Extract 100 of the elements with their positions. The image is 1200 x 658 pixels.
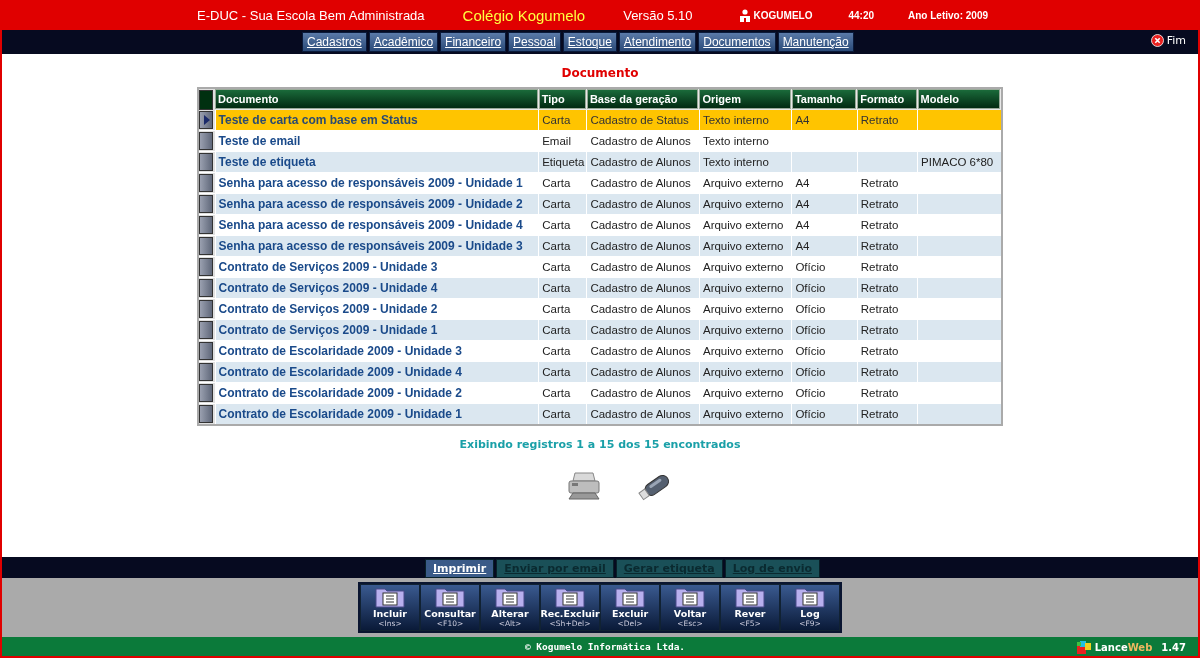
table-cell: Retrato [860, 219, 899, 231]
table-cell: Carta [542, 177, 571, 189]
table-cell: Ofício [795, 387, 826, 399]
table-row[interactable]: Contrato de Escolaridade 2009 - Unidade 1 Carta Cadastro de Alunos Arquivo externo Ofício Retrato [198, 403, 1002, 425]
action-tab[interactable]: Imprimir [425, 559, 495, 578]
table-cell: Contrato de Escolaridade 2009 - Unidade 1 [218, 407, 462, 421]
row-selector[interactable] [199, 153, 213, 171]
table-cell: Senha para acesso de responsáveis 2009 - Unidade 2 [218, 197, 523, 211]
table-cell: Contrato de Escolaridade 2009 - Unidade 4 [218, 365, 462, 379]
folder-icon [735, 586, 765, 608]
table-cell: Ofício [795, 324, 826, 336]
folder-icon [555, 586, 585, 608]
menu-item[interactable]: Estoque [562, 32, 617, 52]
table-cell: Retrato [860, 177, 899, 189]
row-selector[interactable] [199, 300, 213, 318]
table-cell: Cadastro de Alunos [590, 303, 691, 315]
menu-item[interactable]: Pessoal [508, 32, 561, 52]
row-selector[interactable] [199, 342, 213, 360]
table-cell: Carta [542, 324, 571, 336]
table-row[interactable]: Senha para acesso de responsáveis 2009 - Unidade 1 Carta Cadastro de Alunos Arquivo externo A4 Retrato [198, 172, 1002, 194]
table-row[interactable]: Senha para acesso de responsáveis 2009 - Unidade 3 Carta Cadastro de Alunos Arquivo externo A4 Retrato [198, 235, 1002, 257]
table-cell: Teste de etiqueta [218, 155, 316, 169]
table-cell: Contrato de Escolaridade 2009 - Unidade 3 [218, 344, 462, 358]
table-cell: Senha para acesso de responsáveis 2009 - Unidade 3 [218, 239, 523, 253]
column-header[interactable]: Origem [699, 89, 791, 109]
table-cell: Retrato [860, 366, 899, 378]
column-header[interactable]: Tamanho [791, 89, 857, 109]
table-cell: Cadastro de Alunos [590, 324, 691, 336]
table-cell: Retrato [860, 408, 899, 420]
row-selector[interactable] [199, 279, 213, 297]
exit-button[interactable]: Fim [1150, 34, 1186, 47]
table-cell: Email [542, 135, 571, 147]
menu-item[interactable]: Acadêmico [368, 32, 439, 52]
row-selector[interactable] [199, 384, 213, 402]
column-header[interactable]: Documento [215, 89, 538, 109]
table-cell: Arquivo externo [702, 177, 784, 189]
row-selector[interactable] [199, 111, 213, 129]
folder-icon [795, 586, 825, 608]
table-cell: Cadastro de Alunos [590, 261, 691, 273]
row-selector[interactable] [199, 216, 213, 234]
table-row[interactable]: Senha para acesso de responsáveis 2009 - Unidade 2 Carta Cadastro de Alunos Arquivo externo A4 Retrato [198, 193, 1002, 215]
table-cell: Carta [542, 198, 571, 210]
table-cell: Cadastro de Alunos [590, 408, 691, 420]
table-cell: Arquivo externo [702, 387, 784, 399]
row-selector[interactable] [199, 405, 213, 423]
column-header[interactable]: Modelo [917, 89, 1000, 109]
column-header[interactable]: Base da geração [586, 89, 699, 109]
menu-item[interactable]: Manutenção [777, 32, 854, 52]
table-cell: Carta [542, 303, 571, 315]
row-selector[interactable] [199, 237, 213, 255]
table-cell: Cadastro de Status [590, 114, 689, 126]
table-row[interactable]: Senha para acesso de responsáveis 2009 - Unidade 4 Carta Cadastro de Alunos Arquivo externo A4 Retrato [198, 214, 1002, 236]
table-cell: Arquivo externo [702, 366, 784, 378]
menu-item[interactable]: Cadastros [302, 32, 367, 52]
table-row[interactable]: Contrato de Serviços 2009 - Unidade 3 Carta Cadastro de Alunos Arquivo externo Ofício Retrato [198, 256, 1002, 278]
table-row[interactable]: Teste de carta com base em Status Carta Cadastro de Status Texto interno A4 Retrato [198, 110, 1002, 131]
table-cell: Teste de carta com base em Status [218, 113, 418, 127]
table-cell: Carta [542, 387, 571, 399]
table-row[interactable]: Teste de etiqueta Etiqueta Cadastro de Alunos Texto interno PIMACO 6*80 [198, 151, 1002, 173]
table-row[interactable]: Contrato de Serviços 2009 - Unidade 2 Carta Cadastro de Alunos Arquivo externo Ofício Retrato [198, 298, 1002, 320]
menu-item[interactable]: Documentos [698, 32, 776, 52]
table-row[interactable]: Teste de email Email Cadastro de Alunos Texto interno [198, 130, 1002, 152]
version-label: Versão 5.10 [623, 7, 693, 23]
column-header[interactable]: Formato [857, 89, 917, 109]
school-name: Colégio Kogumelo [462, 6, 586, 24]
row-selector[interactable] [199, 195, 213, 213]
row-selector[interactable] [199, 363, 213, 381]
table-row[interactable]: Contrato de Serviços 2009 - Unidade 4 Carta Cadastro de Alunos Arquivo externo Ofício Retrato [198, 277, 1002, 299]
menu-item[interactable]: Financeiro [440, 32, 507, 52]
row-selector[interactable] [199, 174, 213, 192]
menu-item[interactable]: Atendimento [618, 32, 697, 52]
printer-icon[interactable] [566, 471, 603, 501]
page-title: Documento [561, 66, 639, 80]
table-cell: PIMACO 6*80 [921, 156, 994, 168]
table-cell: Arquivo externo [702, 261, 784, 273]
table-cell: Retrato [860, 198, 899, 210]
brand-version: 1.47 [1161, 641, 1186, 653]
row-selector[interactable] [199, 132, 213, 150]
row-selector[interactable] [199, 321, 213, 339]
table-row[interactable]: Contrato de Escolaridade 2009 - Unidade 3 Carta Cadastro de Alunos Arquivo externo Ofício Retrato [198, 340, 1002, 362]
table-cell: Cadastro de Alunos [590, 156, 691, 168]
table-cell: Arquivo externo [702, 408, 784, 420]
column-header[interactable]: Tipo [538, 89, 586, 109]
table-cell: Carta [542, 261, 571, 273]
table-row[interactable]: Contrato de Escolaridade 2009 - Unidade 2 Carta Cadastro de Alunos Arquivo externo Ofício Retrato [198, 382, 1002, 404]
row-pointer-icon [202, 115, 210, 125]
table-row[interactable]: Contrato de Escolaridade 2009 - Unidade 4 Carta Cadastro de Alunos Arquivo externo Ofício Retrato [198, 361, 1002, 383]
folder-icon [615, 586, 645, 608]
table-cell: Arquivo externo [702, 219, 784, 231]
table-row[interactable]: Contrato de Serviços 2009 - Unidade 1 Carta Cadastro de Alunos Arquivo externo Ofício Retrato [198, 319, 1002, 341]
table-cell: Cadastro de Alunos [590, 282, 691, 294]
table-cell: A4 [795, 198, 810, 210]
row-selector[interactable] [199, 258, 213, 276]
table-cell: Ofício [795, 366, 826, 378]
session-timer: 44:20 [848, 9, 875, 21]
table-cell: Teste de email [218, 134, 301, 148]
record-count: Exibindo registros 1 a 15 dos 15 encontrados [459, 438, 741, 451]
table-cell: Cadastro de Alunos [590, 219, 691, 231]
table-cell: Senha para acesso de responsáveis 2009 - Unidade 1 [218, 176, 523, 190]
table-cell: Arquivo externo [702, 282, 784, 294]
